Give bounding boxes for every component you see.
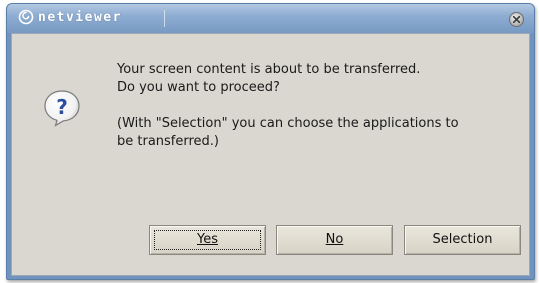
yes-button-label: Yes (197, 232, 218, 247)
svg-text:?: ? (56, 95, 68, 119)
close-icon (513, 16, 520, 23)
dialog-window: netviewer ? Your screen content is about… (6, 3, 535, 280)
selection-button-label: Selection (432, 232, 493, 247)
note-line-1: (With "Selection" you can choose the app… (117, 116, 459, 131)
question-icon: ? (44, 90, 80, 127)
dialog-message: Your screen content is about to be trans… (117, 61, 522, 151)
selection-button[interactable]: Selection (404, 225, 521, 255)
title-divider (164, 10, 165, 27)
no-button-label: No (325, 232, 344, 247)
netviewer-logo-icon (18, 9, 34, 25)
yes-button[interactable]: Yes (149, 225, 266, 255)
message-line-1: Your screen content is about to be trans… (117, 62, 421, 77)
dialog-body: ? Your screen content is about to be tra… (11, 33, 530, 276)
message-line-2: Do you want to proceed? (117, 80, 280, 95)
note-line-2: be transferred.) (117, 134, 220, 149)
no-button[interactable]: No (276, 225, 393, 255)
title-bar[interactable]: netviewer (7, 4, 534, 33)
close-button[interactable] (509, 12, 524, 27)
app-title: netviewer (38, 10, 122, 25)
